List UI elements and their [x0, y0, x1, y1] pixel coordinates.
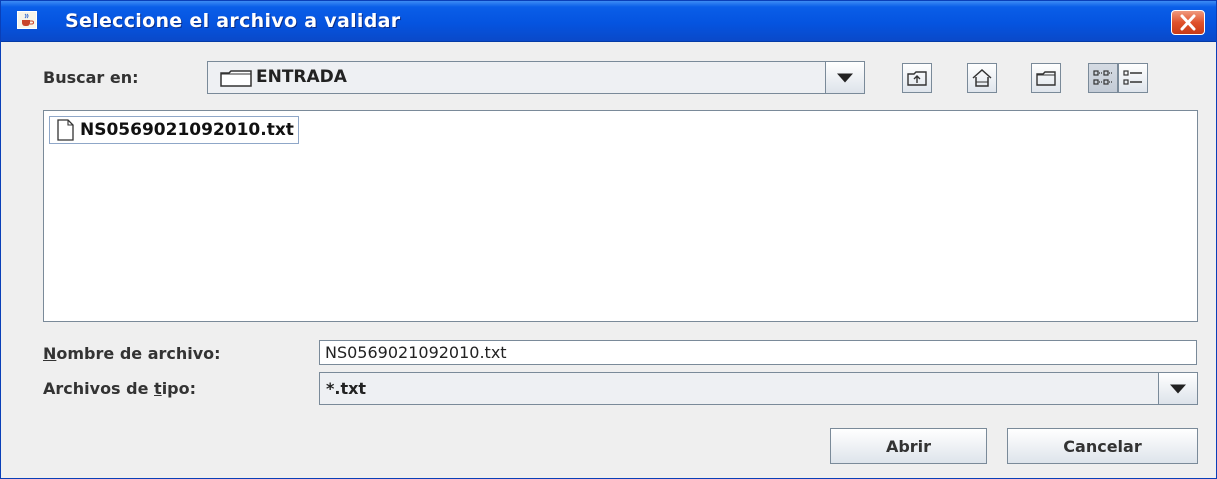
cancel-button[interactable]: Cancelar — [1007, 428, 1198, 464]
folder-icon — [220, 69, 254, 91]
java-cup-icon — [17, 11, 37, 29]
up-one-level-icon — [907, 71, 927, 86]
filetype-combo[interactable]: *.txt — [319, 372, 1198, 405]
file-list[interactable]: NS0569021092010.txt — [43, 110, 1198, 322]
chevron-down-icon — [1170, 384, 1186, 393]
window-title: Seleccione el archivo a validar — [65, 10, 401, 32]
filetype-value: *.txt — [326, 379, 367, 398]
look-in-dropdown-button[interactable] — [825, 61, 865, 94]
home-icon — [972, 68, 992, 87]
look-in-value: ENTRADA — [256, 67, 347, 87]
filetype-dropdown-button[interactable] — [1158, 372, 1198, 405]
list-view-button[interactable] — [1088, 63, 1118, 93]
up-one-level-button[interactable] — [902, 63, 932, 93]
filename-label: Nombre de archivo: — [43, 344, 221, 363]
list-item-label: NS0569021092010.txt — [80, 120, 294, 140]
home-button[interactable] — [967, 63, 997, 93]
new-folder-icon — [1036, 71, 1056, 86]
list-item[interactable]: NS0569021092010.txt — [49, 116, 299, 144]
chevron-down-icon — [837, 73, 853, 82]
details-view-icon — [1123, 70, 1142, 85]
look-in-label: Buscar en: — [43, 68, 139, 87]
file-chooser-dialog: Seleccione el archivo a validar Buscar e… — [0, 0, 1217, 479]
look-in-combo[interactable]: ENTRADA — [207, 61, 865, 94]
details-view-button[interactable] — [1118, 63, 1148, 93]
file-icon — [54, 119, 76, 141]
open-button[interactable]: Abrir — [830, 428, 987, 464]
title-bar[interactable]: Seleccione el archivo a validar — [1, 1, 1216, 42]
close-button[interactable] — [1171, 10, 1205, 35]
filetype-label: Archivos de tipo: — [43, 379, 197, 398]
filename-field[interactable] — [319, 340, 1197, 365]
close-icon — [1180, 14, 1196, 31]
new-folder-button[interactable] — [1031, 63, 1061, 93]
list-view-icon — [1093, 70, 1112, 85]
